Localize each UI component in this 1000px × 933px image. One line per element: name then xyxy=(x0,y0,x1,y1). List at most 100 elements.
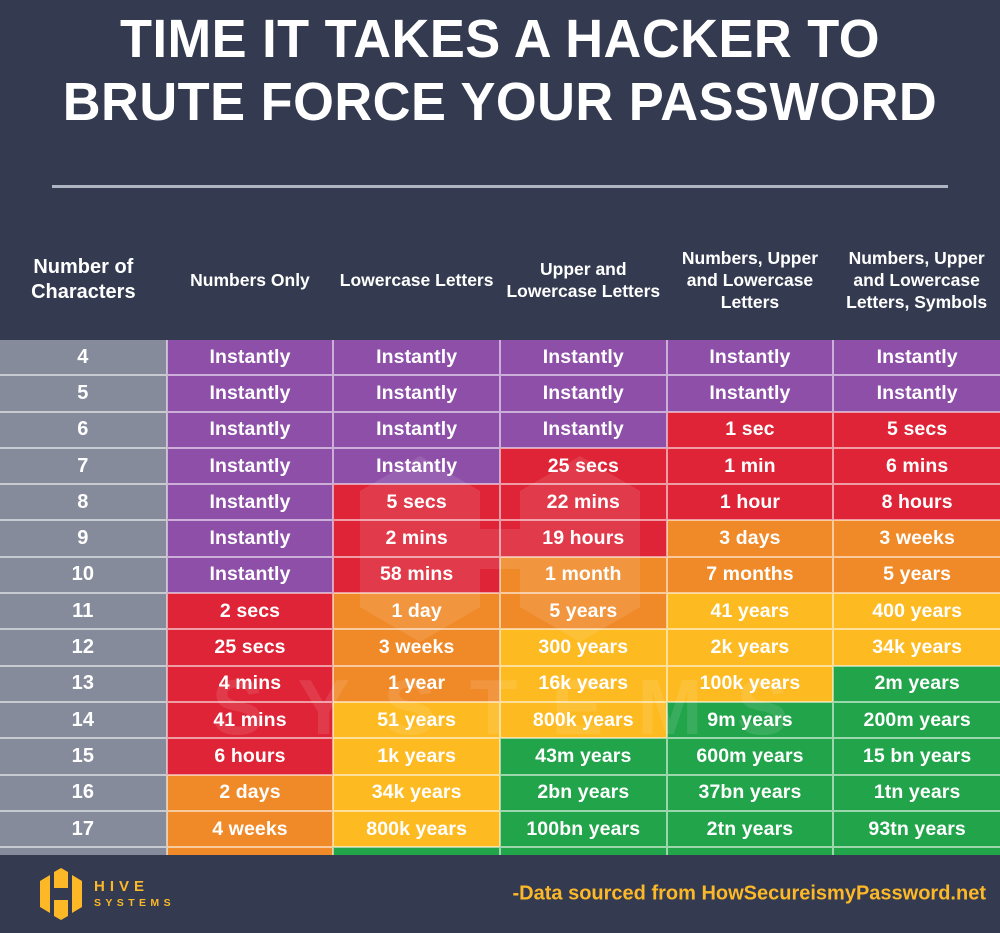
column-header-numbers-upper-lower-symbols: Numbers, Upper and Lowercase Letters, Sy… xyxy=(833,228,1000,340)
crack-time-cell: 3 days xyxy=(665,520,834,558)
table-row: 11 2 secs 1 day 5 years 41 years 400 years xyxy=(0,593,1000,631)
title-divider xyxy=(52,185,948,188)
crack-time-cell: 400 years xyxy=(832,593,1000,631)
table-row: 17 4 weeks 800k years 100bn years 2tn years 9… xyxy=(0,810,1000,849)
crack-time-cell: Instantly xyxy=(332,447,500,486)
crack-time-cell: Instantly xyxy=(332,411,500,449)
crack-time-cell: 8 hours xyxy=(832,484,1000,522)
crack-time-cell: 5 years xyxy=(498,593,667,631)
crack-time-cell: 2m years xyxy=(832,665,1000,703)
crack-time-cell: 25 secs xyxy=(498,447,667,486)
table-row: 8 Instantly 5 secs 22 mins 1 hour 8 hours xyxy=(0,484,1000,522)
crack-time-cell: Instantly xyxy=(665,340,834,377)
crack-time-cell: 800k years xyxy=(498,701,667,740)
header-row: Number of Characters Numbers Only Lowerc… xyxy=(0,228,1000,340)
crack-time-cell: 2 days xyxy=(165,774,334,812)
crack-time-cell: 34k years xyxy=(832,629,1000,667)
crack-time-cell: 100bn years xyxy=(498,810,667,849)
crack-time-cell: 1 sec xyxy=(665,411,834,449)
crack-time-cell: 5 years xyxy=(832,556,1000,595)
crack-time-cell: Instantly xyxy=(165,375,334,413)
table-row: 7 Instantly Instantly 25 secs 1 min 6 mins xyxy=(0,447,1000,486)
character-count-cell: 5 xyxy=(0,375,167,413)
hive-systems-logo: HIVE SYSTEMS xyxy=(38,868,175,920)
crack-time-cell: 19 hours xyxy=(498,520,667,558)
crack-time-cell: Instantly xyxy=(165,411,334,449)
crack-time-cell: 5 secs xyxy=(832,411,1000,449)
crack-time-cell: 1 min xyxy=(665,447,834,486)
table-row: 4 Instantly Instantly Instantly Instantly Ins… xyxy=(0,340,1000,377)
crack-time-cell: 100k years xyxy=(665,665,834,703)
table-body: 4 Instantly Instantly Instantly Instantly Ins… xyxy=(0,340,1000,883)
table-row: 6 Instantly Instantly Instantly 1 sec 5 secs xyxy=(0,411,1000,449)
character-count-cell: 8 xyxy=(0,484,167,522)
crack-time-cell: Instantly xyxy=(165,484,334,522)
crack-time-cell: 6 mins xyxy=(832,447,1000,486)
character-count-cell: 11 xyxy=(0,593,167,631)
crack-time-cell: 2 mins xyxy=(332,520,500,558)
character-count-cell: 14 xyxy=(0,701,167,740)
crack-time-cell: 4 mins xyxy=(165,665,334,703)
title-line-2: BRUTE FORCE YOUR PASSWORD xyxy=(62,71,938,132)
crack-time-cell: Instantly xyxy=(832,375,1000,413)
column-header-lowercase: Lowercase Letters xyxy=(333,228,500,340)
crack-time-cell: 15 bn years xyxy=(832,738,1000,776)
crack-time-cell: 2 secs xyxy=(165,593,334,631)
password-time-table: Number of Characters Numbers Only Lowerc… xyxy=(0,228,1000,883)
crack-time-cell: 51 years xyxy=(332,701,500,740)
crack-time-cell: 300 years xyxy=(498,629,667,667)
table-row: 12 25 secs 3 weeks 300 years 2k years 34k yea… xyxy=(0,629,1000,667)
crack-time-cell: 1 month xyxy=(498,556,667,595)
crack-time-cell: Instantly xyxy=(165,340,334,377)
character-count-cell: 15 xyxy=(0,738,167,776)
crack-time-cell: 9m years xyxy=(665,701,834,740)
table-row: 16 2 days 34k years 2bn years 37bn years 1tn … xyxy=(0,774,1000,812)
logo-hive-text: HIVE xyxy=(94,877,150,895)
crack-time-cell: 2bn years xyxy=(498,774,667,812)
character-count-cell: 16 xyxy=(0,774,167,812)
data-table: Number of Characters Numbers Only Lowerc… xyxy=(0,228,1000,883)
table-head: Number of Characters Numbers Only Lowerc… xyxy=(0,228,1000,340)
crack-time-cell: 600m years xyxy=(665,738,834,776)
table-row: 14 41 mins 51 years 800k years 9m years 200m … xyxy=(0,701,1000,740)
character-count-cell: 10 xyxy=(0,556,167,595)
crack-time-cell: 3 weeks xyxy=(332,629,500,667)
crack-time-cell: 2tn years xyxy=(665,810,834,849)
crack-time-cell: Instantly xyxy=(498,411,667,449)
crack-time-cell: 34k years xyxy=(332,774,500,812)
character-count-cell: 6 xyxy=(0,411,167,449)
crack-time-cell: 41 years xyxy=(665,593,834,631)
crack-time-cell: 22 mins xyxy=(498,484,667,522)
logo-wordmark: HIVE SYSTEMS xyxy=(94,878,175,910)
crack-time-cell: 1 day xyxy=(332,593,500,631)
column-header-numbers-upper-lower: Numbers, Upper and Lowercase Letters xyxy=(666,228,834,340)
table-row: 9 Instantly 2 mins 19 hours 3 days 3 weeks xyxy=(0,520,1000,558)
crack-time-cell: 58 mins xyxy=(332,556,500,595)
table-row: 5 Instantly Instantly Instantly Instantly Ins… xyxy=(0,375,1000,413)
table-row: 13 4 mins 1 year 16k years 100k years 2m year… xyxy=(0,665,1000,703)
crack-time-cell: 37bn years xyxy=(665,774,834,812)
character-count-cell: 9 xyxy=(0,520,167,558)
title-line-1: TIME IT TAKES A HACKER TO xyxy=(119,9,880,69)
data-source-credit: -Data sourced from HowSecureismyPassword… xyxy=(512,882,986,905)
crack-time-cell: Instantly xyxy=(498,375,667,413)
crack-time-cell: Instantly xyxy=(165,556,334,595)
crack-time-cell: 1tn years xyxy=(832,774,1000,812)
crack-time-cell: 41 mins xyxy=(165,701,334,740)
crack-time-cell: Instantly xyxy=(665,375,834,413)
table-row: 10 Instantly 58 mins 1 month 7 months 5 years xyxy=(0,556,1000,595)
crack-time-cell: Instantly xyxy=(332,340,500,377)
crack-time-cell: Instantly xyxy=(165,520,334,558)
crack-time-cell: 7 months xyxy=(665,556,834,595)
character-count-cell: 17 xyxy=(0,810,167,849)
crack-time-cell: Instantly xyxy=(165,447,334,486)
logo-systems-text: SYSTEMS xyxy=(94,896,175,909)
crack-time-cell: 1 year xyxy=(332,665,500,703)
column-header-numbers-only: Numbers Only xyxy=(166,228,334,340)
crack-time-cell: 1k years xyxy=(332,738,500,776)
crack-time-cell: 25 secs xyxy=(165,629,334,667)
table-row: 15 6 hours 1k years 43m years 600m years 15 b… xyxy=(0,738,1000,776)
crack-time-cell: 43m years xyxy=(498,738,667,776)
character-count-cell: 13 xyxy=(0,665,167,703)
crack-time-cell: 5 secs xyxy=(332,484,500,522)
